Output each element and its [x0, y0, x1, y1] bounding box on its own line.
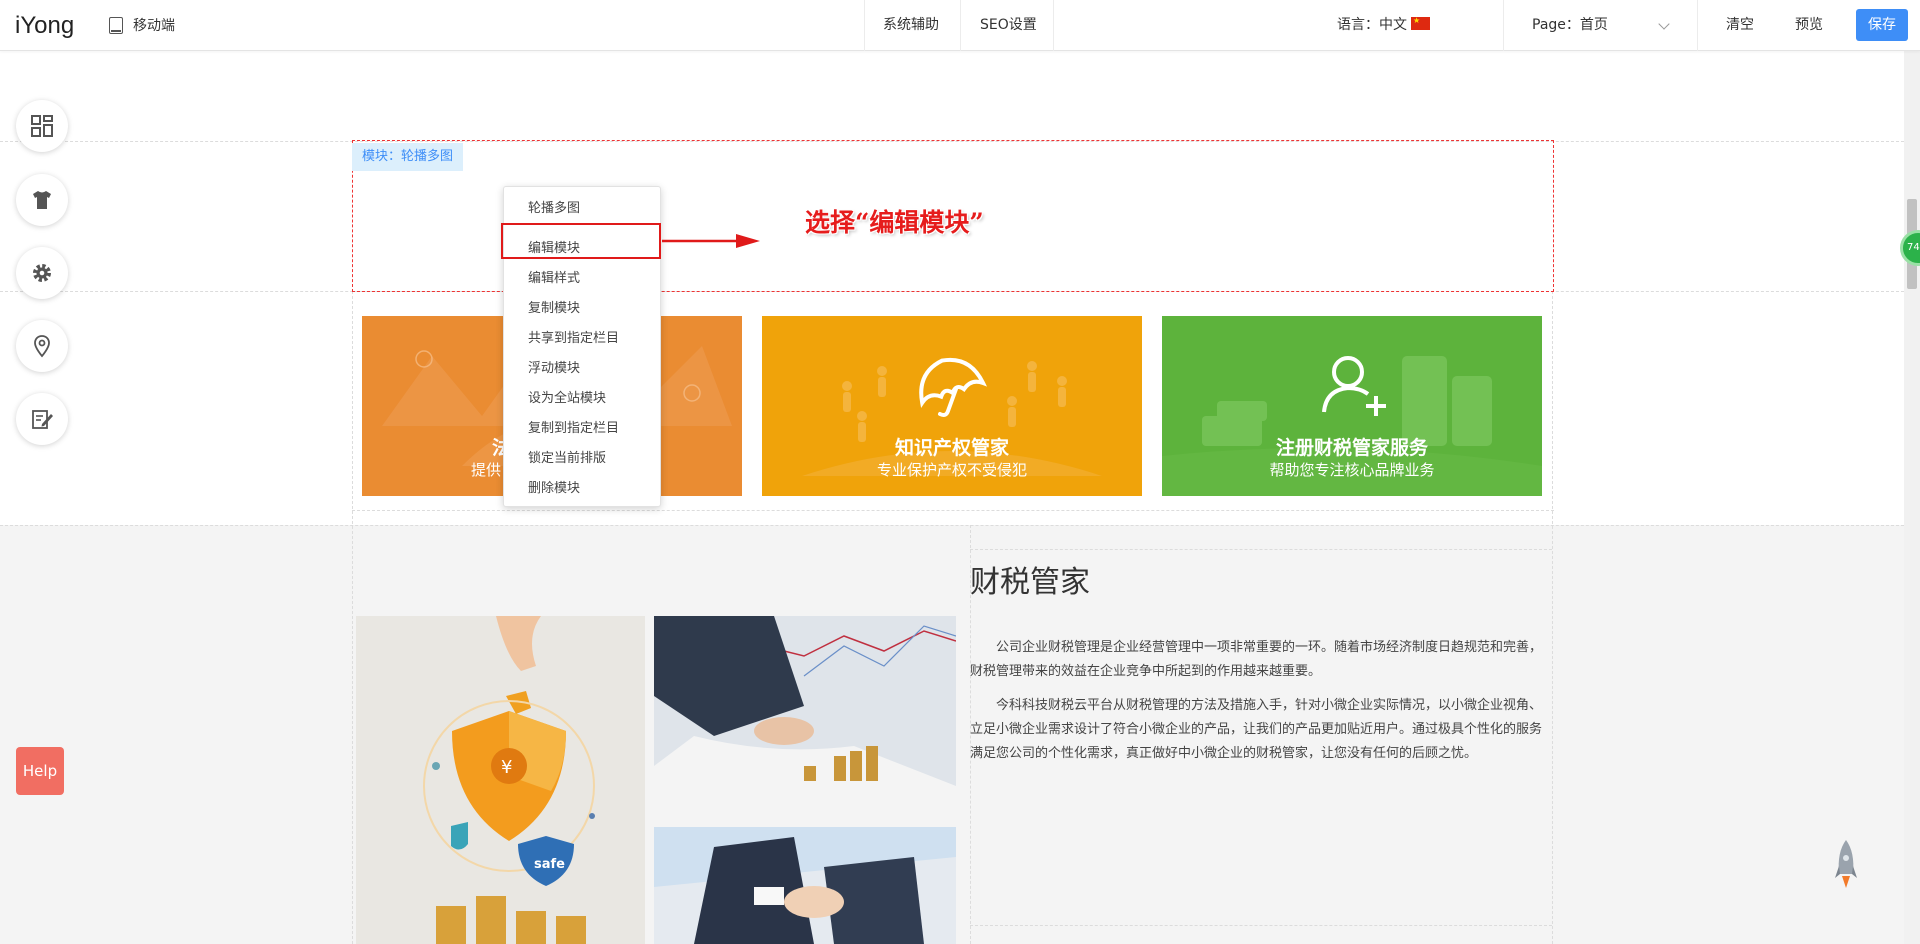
card-subtitle: 专业保护产权不受侵犯 [876, 461, 1027, 479]
handshake-image [654, 827, 956, 944]
gear-icon [33, 264, 51, 282]
mobile-view-button[interactable]: 移动端 [109, 14, 175, 36]
edit-note-icon [32, 410, 53, 429]
toolbar-divider [1503, 0, 1504, 51]
menu-item-lock-layout[interactable]: 锁定当前排版 [528, 447, 606, 466]
section-guide [970, 925, 1552, 926]
editor-page: { "topbar": { "logo": "iYong", "mobile_l… [0, 0, 1920, 944]
section-guide [352, 510, 1554, 511]
page-selector-label: Page：首页 [1532, 17, 1608, 33]
piggy-bank-shield-image: ¥ safe [356, 616, 645, 944]
menu-item-carousel[interactable]: 轮播多图 [528, 197, 580, 216]
top-toolbar: iYong 移动端 系统辅助 SEO设置 语言：中文 Page：首页 清空 预览… [0, 0, 1920, 51]
language-label: 语言：中文 [1337, 17, 1407, 33]
handshake-illustration [654, 827, 956, 944]
toolbar-divider [960, 0, 961, 51]
seo-settings-button[interactable]: SEO设置 [980, 0, 1037, 51]
card-title: 注册财税管家服务 [1275, 437, 1428, 459]
umbrella-icon [919, 357, 988, 417]
about-paragraph: 公司企业财税管理是企业经营管理中一项非常重要的一环。随着市场经济制度日趋规范和完… [970, 640, 1543, 679]
floating-counter-badge[interactable]: 74 [1900, 230, 1920, 266]
theme-button[interactable] [16, 174, 68, 226]
toolbar-divider [864, 0, 865, 51]
feature-card-registration[interactable]: 注册财税管家服务 帮助您专注核心品牌业务 [1162, 316, 1542, 496]
shield-coins-illustration: ¥ safe [423, 616, 595, 944]
clear-button[interactable]: 清空 [1726, 0, 1754, 51]
language-selector[interactable]: 语言：中文 [1337, 0, 1430, 51]
toolbar-divider [1697, 0, 1698, 51]
preview-button[interactable]: 预览 [1795, 0, 1823, 51]
menu-item-delete-module[interactable]: 删除模块 [528, 477, 580, 496]
section-guide [970, 549, 1552, 550]
save-button[interactable]: 保存 [1856, 9, 1908, 41]
system-assist-button[interactable]: 系统辅助 [883, 0, 939, 51]
edit-content-button[interactable] [16, 393, 68, 445]
column-guide [352, 291, 353, 944]
menu-item-copy-to-column[interactable]: 复制到指定栏目 [528, 417, 619, 436]
section-guide [0, 525, 1904, 526]
layout-grid-icon [31, 115, 53, 137]
page-scrollbar[interactable] [1904, 51, 1920, 944]
china-flag-icon [1411, 16, 1430, 30]
card-subtitle: 帮助您专注核心品牌业务 [1269, 461, 1435, 479]
about-paragraph: 今科科技财税云平台从财税管理的方法及措施入手，针对小微企业实际情况，以小微企业视… [970, 698, 1543, 761]
business-meeting-illustration [654, 616, 956, 817]
business-chart-image [654, 616, 956, 817]
add-user-icon [1322, 356, 1386, 416]
help-button[interactable]: Help [16, 747, 64, 795]
about-title: 财税管家 [970, 565, 1090, 600]
menu-item-edit-style[interactable]: 编辑样式 [528, 267, 580, 286]
column-guide [1552, 291, 1553, 944]
map-pin-icon [34, 335, 50, 358]
safe-label: safe [534, 857, 565, 872]
menu-item-float-module[interactable]: 浮动模块 [528, 357, 580, 376]
toolbar-divider [1053, 0, 1054, 51]
mobile-view-label: 移动端 [133, 18, 175, 34]
menu-item-copy-module[interactable]: 复制模块 [528, 297, 580, 316]
card-title: 知识产权管家 [894, 437, 1009, 459]
annotation-text: 选择“编辑模块” [805, 208, 984, 237]
tshirt-icon [33, 191, 51, 209]
annotation-highlight-box [501, 223, 661, 259]
modules-button[interactable] [16, 100, 68, 152]
settings-button[interactable] [16, 247, 68, 299]
tablet-icon [109, 16, 123, 34]
menu-item-set-global[interactable]: 设为全站模块 [528, 387, 606, 406]
app-logo: iYong [15, 12, 75, 39]
menu-item-share-to-column[interactable]: 共享到指定栏目 [528, 327, 619, 346]
feature-card-ip[interactable]: 知识产权管家 专业保护产权不受侵犯 [762, 316, 1142, 496]
location-button[interactable] [16, 320, 68, 372]
module-tag[interactable]: 模块：轮播多图 [352, 143, 464, 171]
yen-symbol: ¥ [501, 757, 512, 778]
annotation-arrow-icon [662, 234, 760, 248]
rocket-icon[interactable] [1835, 840, 1857, 890]
